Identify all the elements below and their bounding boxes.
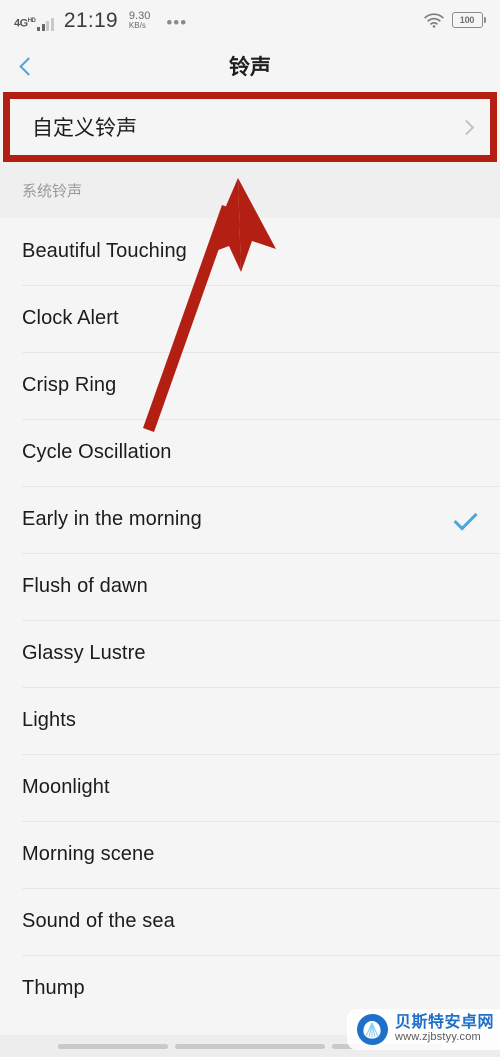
back-button[interactable]: [0, 40, 52, 92]
battery-icon: 100: [451, 12, 486, 28]
ringtone-name: Beautiful Touching: [22, 240, 187, 262]
ringtone-row[interactable]: Early in the morning: [0, 486, 500, 553]
ringtone-name: Sound of the sea: [22, 910, 175, 932]
ringtone-list: Beautiful Touching Clock Alert Crisp Ring C…: [0, 218, 500, 1022]
ringtone-name: Crisp Ring: [22, 374, 117, 396]
ringtone-row[interactable]: Sound of the sea: [0, 888, 500, 955]
ringtone-name: Lights: [22, 709, 76, 731]
page-title: 铃声: [229, 56, 271, 79]
ringtone-row[interactable]: Moonlight: [0, 754, 500, 821]
cellular-signal-icon: 4GHD: [14, 17, 54, 31]
signal-bars-icon: [37, 17, 54, 31]
status-bar: 4GHD 21:19 9.30 KB/s ••• 100: [0, 0, 500, 40]
nav-back-hint[interactable]: [58, 1043, 168, 1049]
ringtone-row[interactable]: Cycle Oscillation: [0, 419, 500, 486]
chevron-right-icon: [458, 119, 475, 135]
ringtone-row[interactable]: Flush of dawn: [0, 553, 500, 620]
network-speed: 9.30 KB/s: [128, 10, 150, 31]
wifi-icon: [423, 12, 444, 28]
ringtone-name: Moonlight: [22, 776, 110, 798]
battery-level-label: 100: [451, 12, 483, 28]
ringtone-row[interactable]: Glassy Lustre: [0, 620, 500, 687]
back-chevron-icon: [18, 56, 38, 76]
network-speed-unit: KB/s: [128, 21, 146, 31]
status-bar-left: 4GHD 21:19 9.30 KB/s •••: [14, 10, 187, 31]
watermark-site-name: 贝斯特安卓网: [394, 1014, 494, 1032]
ringtone-name: Flush of dawn: [22, 575, 148, 597]
ringtone-row[interactable]: Clock Alert: [0, 285, 500, 352]
section-header-system-ringtones: 系统铃声: [0, 162, 500, 218]
watermark-text: 贝斯特安卓网 www.zjbstyy.com: [395, 1015, 494, 1043]
network-type-label: 4GHD: [14, 17, 36, 30]
status-bar-right: 100: [423, 12, 486, 28]
ringtone-name: Morning scene: [22, 843, 155, 865]
status-bar-clock: 21:19: [63, 8, 118, 32]
site-watermark: 贝斯特安卓网 www.zjbstyy.com: [346, 1009, 500, 1050]
ringtone-name: Glassy Lustre: [22, 642, 146, 664]
watermark-url: www.zjbstyy.com: [394, 1031, 481, 1044]
ringtone-row[interactable]: Morning scene: [0, 821, 500, 888]
status-overflow-icon: •••: [166, 12, 188, 32]
custom-ringtone-row[interactable]: 自定义铃声: [10, 99, 490, 155]
title-bar: 铃声: [0, 40, 500, 92]
phone-screen: 4GHD 21:19 9.30 KB/s ••• 100 铃声 自定义铃声 系统…: [0, 0, 500, 1057]
checkmark-icon: [453, 506, 478, 531]
nav-home-hint[interactable]: [175, 1043, 325, 1049]
ringtone-name: Thump: [22, 977, 85, 999]
battery-cap: [483, 17, 486, 23]
ringtone-name: Clock Alert: [22, 307, 119, 329]
highlight-box: 自定义铃声: [3, 92, 497, 162]
shell-logo-icon: [356, 1014, 388, 1045]
ringtone-row[interactable]: Crisp Ring: [0, 352, 500, 419]
ringtone-name: Cycle Oscillation: [22, 441, 172, 463]
ringtone-name: Early in the morning: [22, 508, 202, 530]
custom-ringtone-label: 自定义铃声: [32, 117, 137, 140]
ringtone-row[interactable]: Beautiful Touching: [0, 218, 500, 285]
ringtone-row[interactable]: Lights: [0, 687, 500, 754]
